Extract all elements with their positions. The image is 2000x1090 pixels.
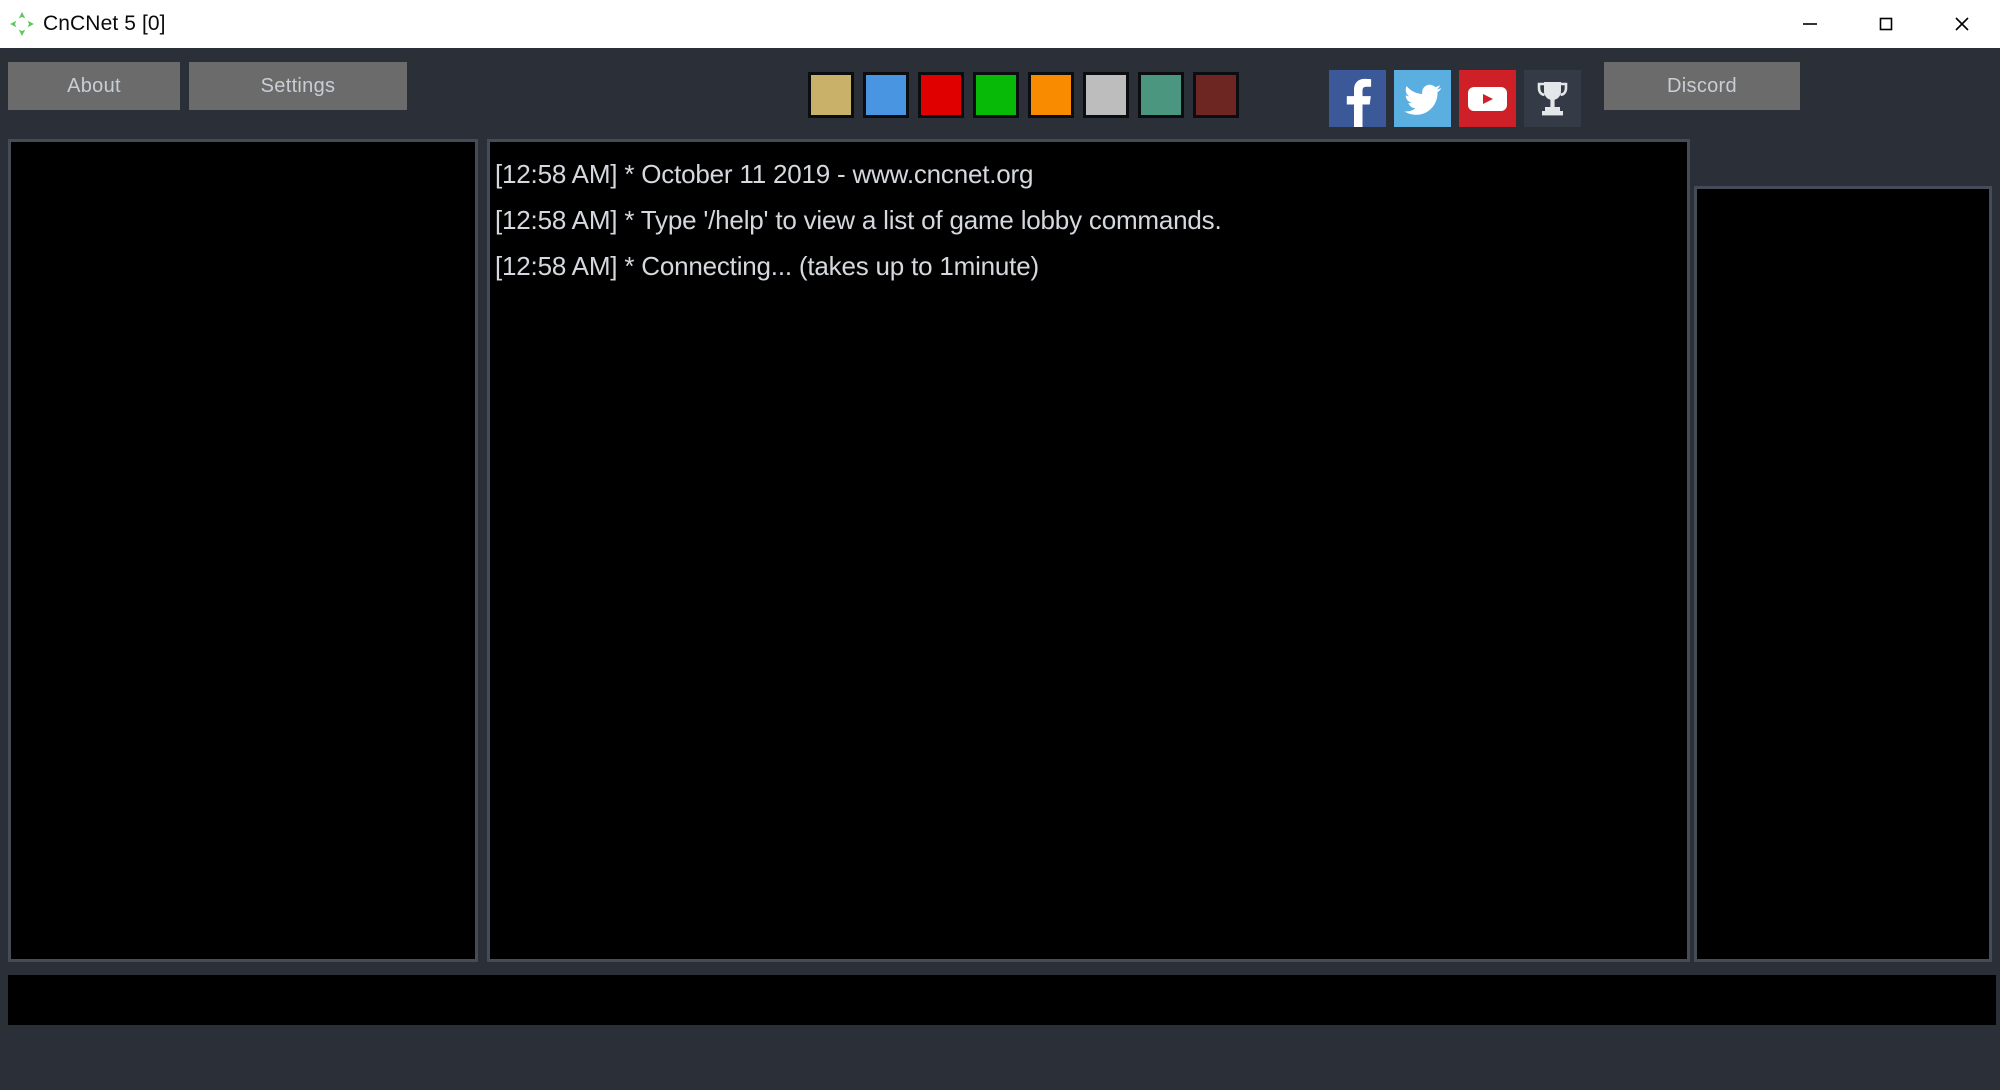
color-swatch-maroon[interactable] xyxy=(1193,72,1239,118)
discord-button[interactable]: Discord xyxy=(1604,62,1800,110)
color-swatch-blue[interactable] xyxy=(863,72,909,118)
twitter-button[interactable] xyxy=(1394,70,1451,127)
cncnet-logo-icon xyxy=(9,11,35,37)
chat-panel[interactable]: [12:58 AM] * October 11 2019 - www.cncne… xyxy=(487,139,1690,962)
about-button[interactable]: About xyxy=(8,62,180,110)
color-swatch-red[interactable] xyxy=(918,72,964,118)
window-title: CnCNet 5 [0] xyxy=(43,12,166,35)
game-list-panel[interactable] xyxy=(1694,186,1992,962)
facebook-button[interactable] xyxy=(1329,70,1386,127)
chat-message: [12:58 AM] * Connecting... (takes up to … xyxy=(495,251,1039,281)
chat-message: [12:58 AM] * Type '/help' to view a list… xyxy=(495,205,1222,235)
ladder-button[interactable] xyxy=(1524,70,1581,127)
close-button[interactable] xyxy=(1924,0,2000,48)
player-list-panel[interactable] xyxy=(8,139,478,962)
color-swatch-lightgray[interactable] xyxy=(1083,72,1129,118)
color-swatch-row xyxy=(808,72,1239,118)
settings-button[interactable]: Settings xyxy=(189,62,407,110)
app-window: CnCNet 5 [0] About Settings Discord [12:… xyxy=(0,0,2000,1090)
minimize-button[interactable] xyxy=(1772,0,1848,48)
color-swatch-gold[interactable] xyxy=(808,72,854,118)
title-bar: CnCNet 5 [0] xyxy=(0,0,2000,48)
color-swatch-green[interactable] xyxy=(973,72,1019,118)
chat-message-list: [12:58 AM] * October 11 2019 - www.cncne… xyxy=(490,142,1687,289)
color-swatch-teal[interactable] xyxy=(1138,72,1184,118)
social-button-row xyxy=(1329,70,1581,127)
chat-message: [12:58 AM] * October 11 2019 - www.cncne… xyxy=(495,159,1034,189)
chat-input[interactable] xyxy=(8,975,1996,1025)
youtube-button[interactable] xyxy=(1459,70,1516,127)
window-controls xyxy=(1772,0,2000,48)
maximize-button[interactable] xyxy=(1848,0,1924,48)
color-swatch-orange[interactable] xyxy=(1028,72,1074,118)
